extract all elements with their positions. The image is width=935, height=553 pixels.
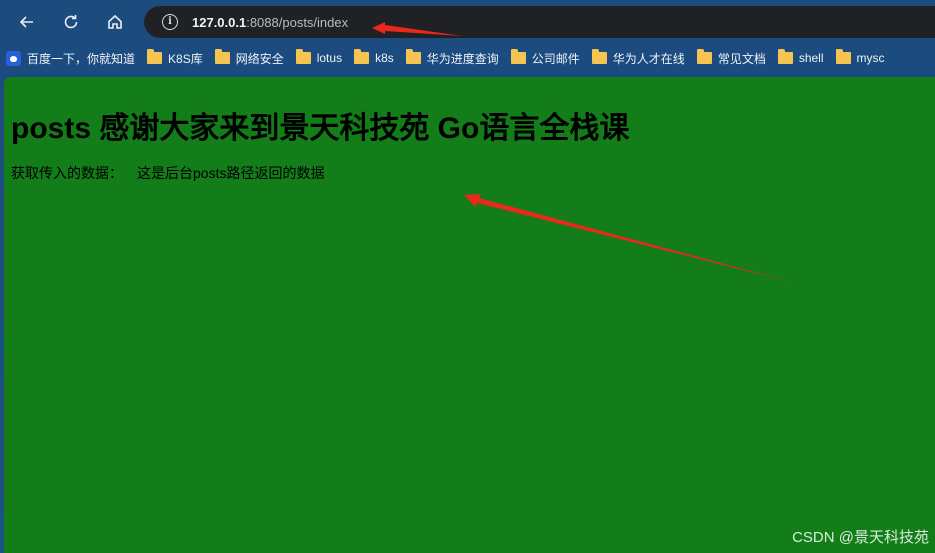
bookmark-label: 网络安全 xyxy=(235,51,284,66)
bookmark-item[interactable]: K8S库 xyxy=(141,46,209,70)
baidu-icon xyxy=(6,50,21,66)
bookmark-label: 常见文档 xyxy=(717,51,766,66)
browser-window: i 127.0.0.1 :8088/posts/index 百度一下，你就知道 K… xyxy=(0,0,935,553)
folder-icon xyxy=(777,49,793,64)
home-icon xyxy=(108,14,122,29)
folder-icon xyxy=(405,49,421,64)
bookmark-label: lotus xyxy=(316,51,343,65)
folder-icon xyxy=(295,49,311,64)
browser-toolbar: i 127.0.0.1 :8088/posts/index xyxy=(0,0,935,44)
reload-icon xyxy=(64,15,78,29)
bookmark-label: shell xyxy=(798,51,824,65)
folder-icon xyxy=(510,49,526,64)
bookmark-item[interactable]: shell xyxy=(772,46,830,70)
bookmark-label: k8s xyxy=(375,51,394,65)
url-path: :8088/posts/index xyxy=(246,14,349,30)
address-bar[interactable]: i 127.0.0.1 :8088/posts/index xyxy=(144,6,935,38)
bookmark-item[interactable]: 华为进度查询 xyxy=(400,46,505,70)
bookmark-item[interactable]: lotus xyxy=(290,46,348,70)
folder-icon xyxy=(214,49,230,64)
bookmark-label: 百度一下，你就知道 xyxy=(27,51,136,66)
bookmark-item[interactable]: 百度一下，你就知道 xyxy=(0,46,141,70)
bookmark-label: K8S库 xyxy=(168,51,203,66)
bookmark-item[interactable]: mysc xyxy=(830,46,891,70)
folder-icon xyxy=(591,49,607,64)
folder-icon xyxy=(354,49,370,64)
data-value: 这是后台posts路径返回的数据 xyxy=(137,165,325,181)
bookmark-label: 华为人才在线 xyxy=(612,51,685,66)
bookmark-item[interactable]: 常见文档 xyxy=(691,46,772,70)
bookmark-item[interactable]: 华为人才在线 xyxy=(586,46,691,70)
bookmark-label: 华为进度查询 xyxy=(426,51,499,66)
bookmark-item[interactable]: 网络安全 xyxy=(209,46,290,70)
back-button[interactable] xyxy=(12,7,42,37)
url-host: 127.0.0.1 xyxy=(192,14,247,30)
watermark: CSDN @景天科技苑 xyxy=(792,529,929,546)
folder-icon xyxy=(147,49,163,64)
bookmark-label: mysc xyxy=(856,51,885,65)
reload-button[interactable] xyxy=(56,7,86,37)
folder-icon xyxy=(696,49,712,64)
bookmark-item[interactable]: k8s xyxy=(348,46,400,70)
data-label: 获取传入的数据： xyxy=(11,165,123,181)
page-content: posts 感谢大家来到景天科技苑 Go语言全栈课 获取传入的数据： 这是后台po… xyxy=(4,77,935,553)
back-arrow-icon xyxy=(19,16,33,28)
returned-data-line: 获取传入的数据： 这是后台posts路径返回的数据 xyxy=(11,163,324,183)
bookmark-label: 公司邮件 xyxy=(531,51,580,66)
site-info-icon[interactable]: i xyxy=(162,14,178,30)
folder-icon xyxy=(835,49,851,64)
bookmark-item[interactable]: 公司邮件 xyxy=(505,46,586,70)
bookmarks-bar: 百度一下，你就知道 K8S库 网络安全 lotus k8s 华为进度查询 公司邮件 华为人才在… xyxy=(0,46,935,70)
page-title: posts 感谢大家来到景天科技苑 Go语言全栈课 xyxy=(11,112,630,145)
home-button[interactable] xyxy=(100,7,130,37)
